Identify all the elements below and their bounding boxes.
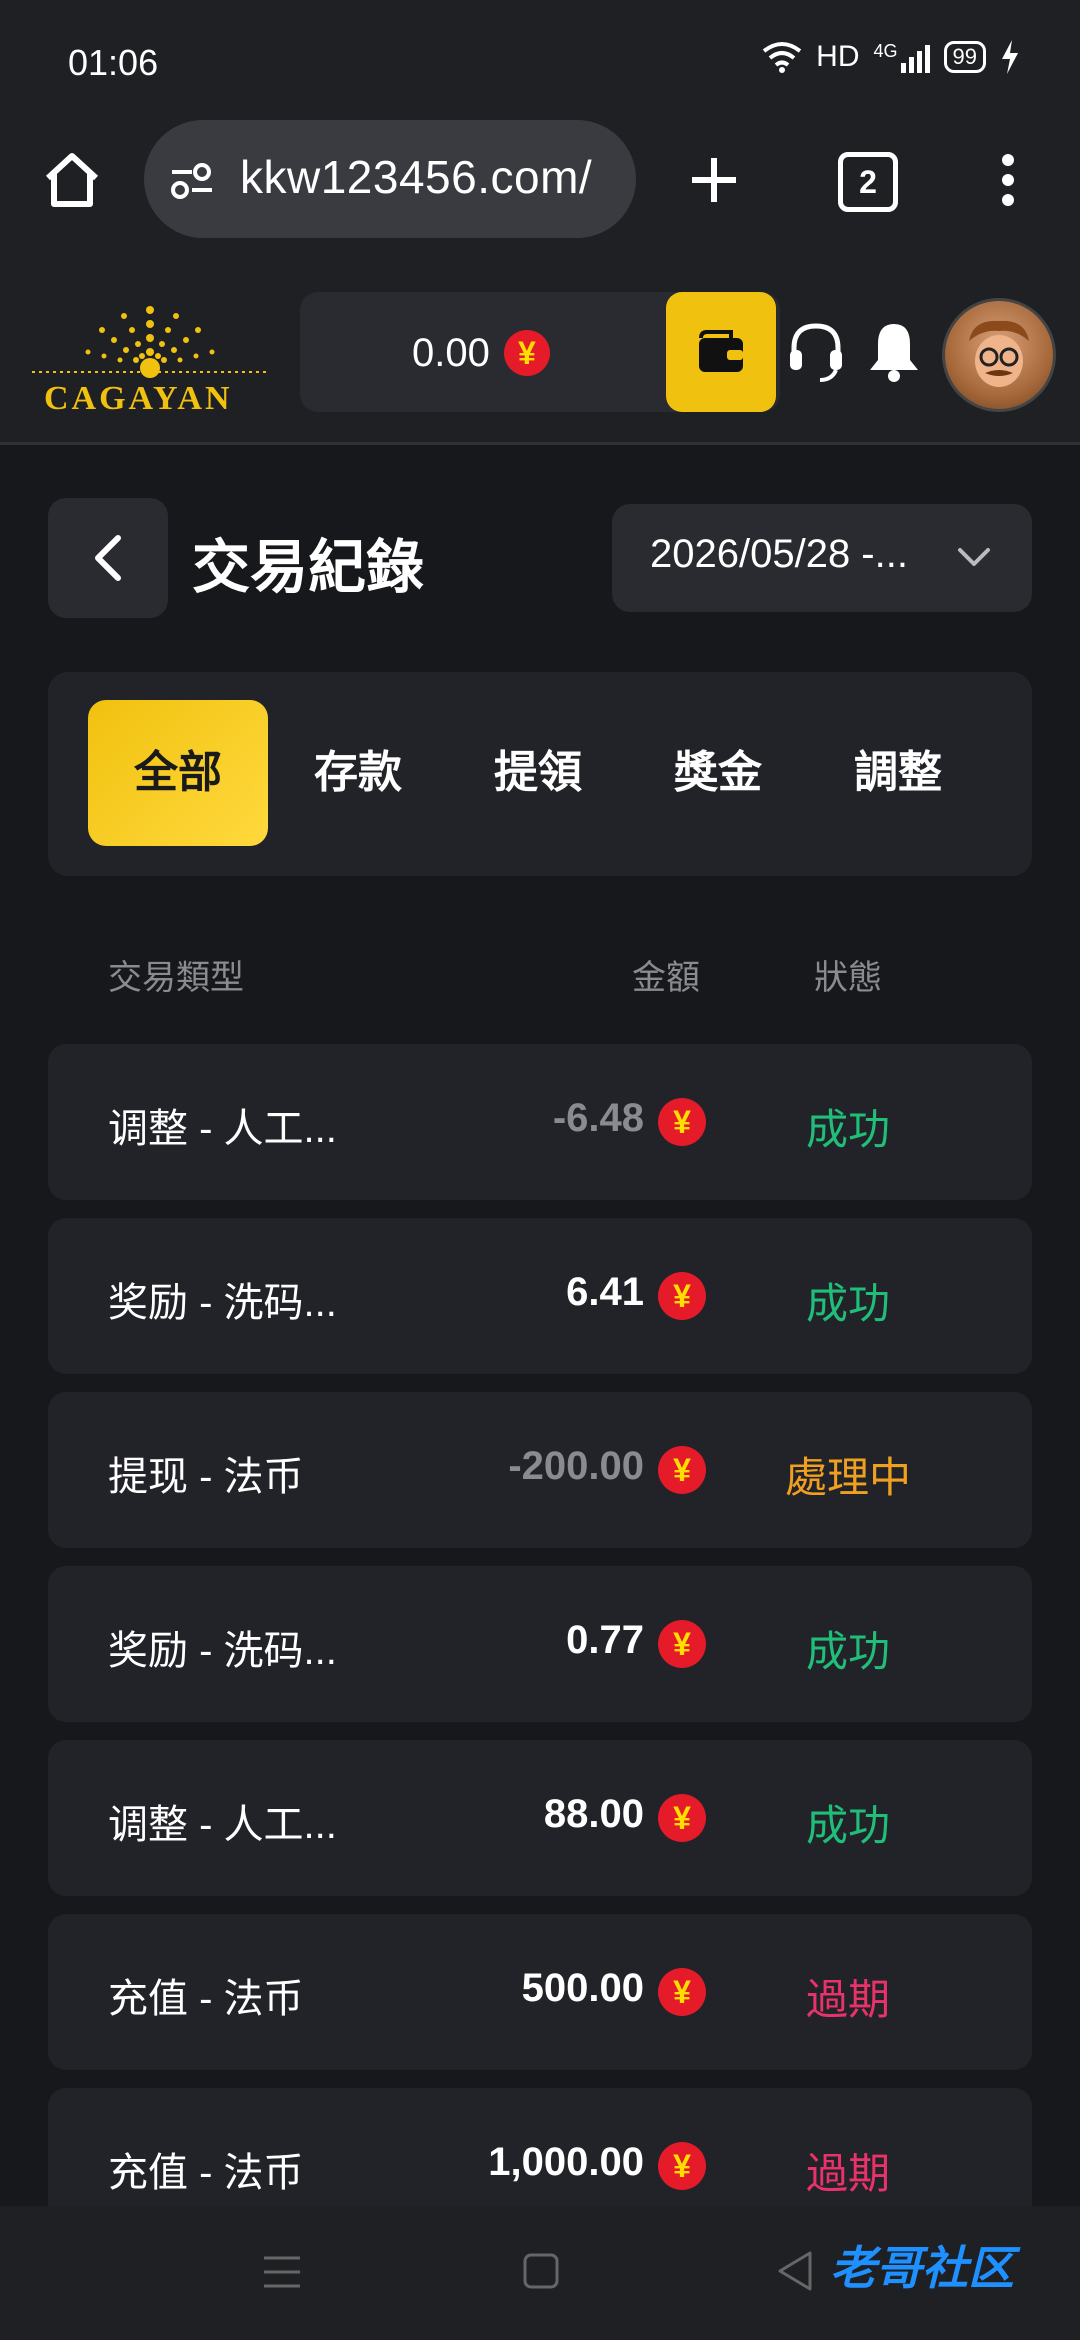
tab-adjustment[interactable]: 調整 (808, 700, 988, 846)
yen-currency-icon: ¥ (658, 1272, 706, 1320)
transaction-amount: 88.00 (543, 1792, 644, 1836)
new-tab-icon[interactable] (688, 154, 740, 206)
transaction-amount: 6.41 (566, 1270, 644, 1314)
status-icons: HD 4G 99 (762, 40, 1020, 74)
chevron-down-icon[interactable] (956, 546, 992, 570)
transaction-amount: 0.77 (566, 1618, 644, 1662)
home-icon[interactable] (42, 150, 102, 210)
transaction-row[interactable]: 调整 - 人工... 88.00 ¥ 成功 (48, 1740, 1032, 1896)
site-settings-icon[interactable] (168, 160, 216, 202)
yen-currency-icon: ¥ (658, 1794, 706, 1842)
transaction-row[interactable]: 提现 - 法币 -200.00 ¥ 處理中 (48, 1392, 1032, 1548)
transaction-type: 提现 - 法币 (108, 1455, 304, 1499)
tab-deposit[interactable]: 存款 (268, 700, 448, 846)
status-time: 01:06 (68, 42, 159, 83)
transaction-amount: 500.00 (521, 1966, 644, 2010)
column-header-amount: 金額 (632, 959, 700, 997)
transaction-status: 成功 (805, 1280, 890, 1327)
yen-currency-icon: ¥ (658, 1968, 706, 2016)
battery-icon: 99 (943, 41, 986, 73)
charging-icon (1002, 40, 1018, 74)
transaction-amount: -6.48 (552, 1096, 644, 1140)
balance-amount-row: 0.00 ¥ (412, 330, 550, 376)
tab-switcher-button[interactable]: 2 (838, 152, 898, 212)
transaction-status: 過期 (805, 1976, 890, 2023)
tab-all[interactable]: 全部 (88, 700, 268, 846)
yen-currency-icon: ¥ (503, 330, 550, 376)
brand-name: CAGAYAN (44, 380, 233, 417)
tab-withdraw[interactable]: 提領 (448, 700, 628, 846)
transaction-status: 處理中 (784, 1454, 911, 1501)
date-range-value[interactable]: 2026/05/28 -... (650, 532, 908, 577)
transaction-status: 過期 (805, 2150, 890, 2197)
yen-currency-icon: ¥ (658, 1620, 706, 1668)
transaction-amount: 1,000.00 (488, 2140, 644, 2184)
watermark-text: 老哥社区 (830, 2242, 1014, 2294)
recent-apps-icon[interactable] (262, 2254, 302, 2290)
page-title: 交易紀錄 (192, 535, 425, 600)
url-text[interactable]: kkw123456.com/ (240, 150, 592, 204)
wallet-button[interactable] (666, 292, 776, 412)
home-nav-icon[interactable] (522, 2252, 560, 2290)
transaction-amount: -200.00 (508, 1444, 644, 1488)
column-header-type: 交易類型 (108, 959, 244, 997)
hd-label: HD (816, 40, 860, 73)
transaction-type: 充值 - 法币 (108, 2151, 304, 2195)
notification-bell-icon[interactable] (866, 318, 922, 384)
transaction-row[interactable]: 奖励 - 洗码... 6.41 ¥ 成功 (48, 1218, 1032, 1374)
transaction-row[interactable]: 调整 - 人工... -6.48 ¥ 成功 (48, 1044, 1032, 1200)
user-avatar[interactable] (942, 298, 1056, 412)
customer-service-headset-icon[interactable] (786, 320, 846, 384)
transaction-type: 调整 - 人工... (108, 1107, 337, 1151)
transaction-type: 调整 - 人工... (108, 1803, 337, 1847)
balance-amount: 0.00 (412, 330, 490, 375)
transaction-type: 奖励 - 洗码... (108, 1629, 337, 1673)
transaction-row[interactable]: 奖励 - 洗码... 0.77 ¥ 成功 (48, 1566, 1032, 1722)
wallet-icon (699, 330, 743, 372)
chevron-left-icon (95, 535, 121, 581)
yen-currency-icon: ¥ (658, 2142, 706, 2190)
transaction-status: 成功 (805, 1106, 890, 1153)
tab-bonus[interactable]: 獎金 (628, 700, 808, 846)
transaction-row[interactable]: 充值 - 法币 500.00 ¥ 過期 (48, 1914, 1032, 2070)
transaction-type: 充值 - 法币 (108, 1977, 304, 2021)
back-nav-icon[interactable] (776, 2250, 814, 2292)
back-button[interactable] (48, 498, 168, 618)
wifi-icon (762, 42, 802, 73)
avatar-face-icon (969, 320, 1029, 387)
transaction-type: 奖励 - 洗码... (108, 1281, 337, 1325)
yen-currency-icon: ¥ (658, 1098, 706, 1146)
yen-currency-icon: ¥ (658, 1446, 706, 1494)
signal-icon: 4G (874, 41, 930, 73)
more-menu-icon[interactable] (996, 152, 1020, 208)
column-header-status: 狀態 (814, 959, 882, 997)
transaction-status: 成功 (805, 1628, 890, 1675)
transaction-status: 成功 (805, 1802, 890, 1849)
cagayan-sunburst-logo[interactable] (28, 290, 272, 380)
